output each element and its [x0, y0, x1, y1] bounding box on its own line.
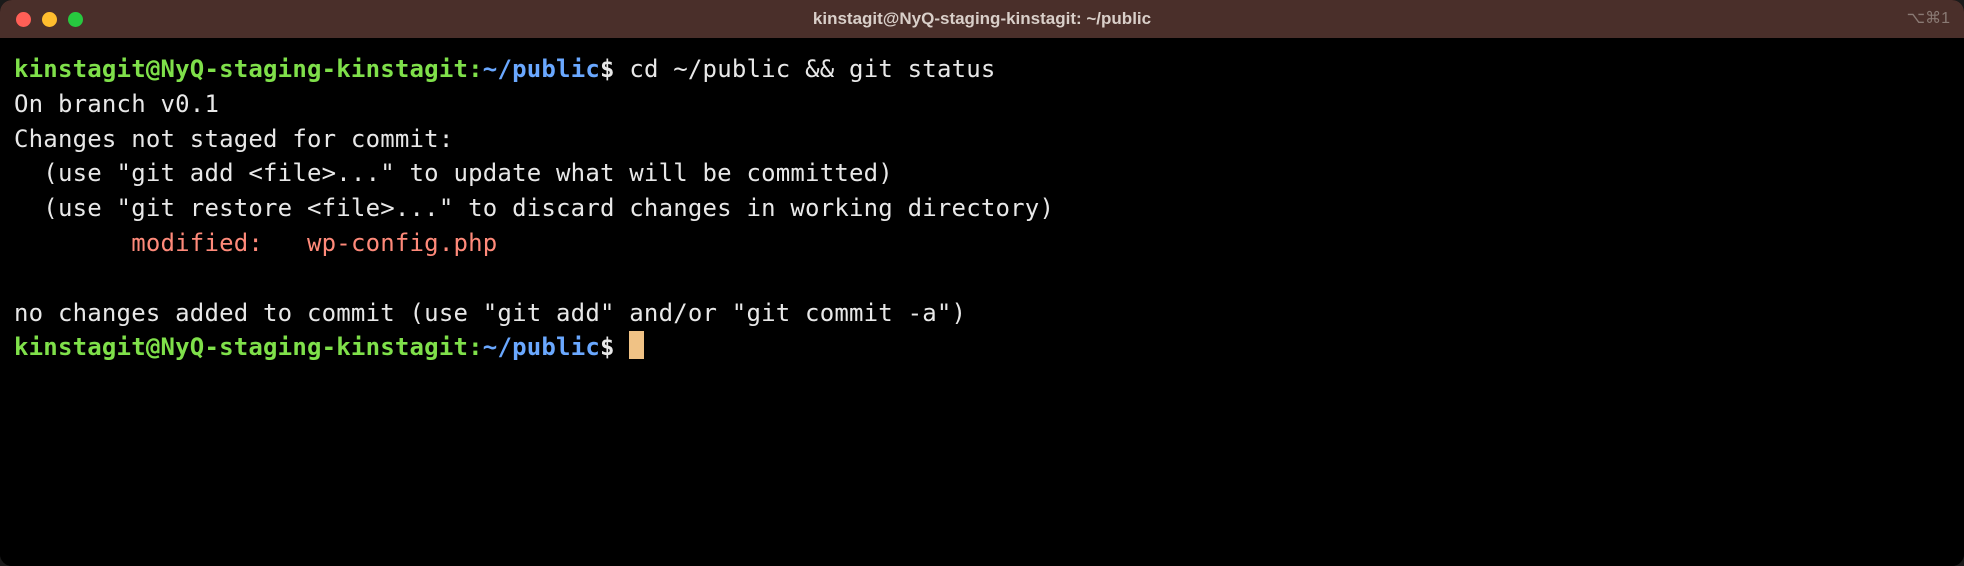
- output-line: On branch v0.1: [14, 90, 219, 118]
- traffic-lights: [16, 12, 83, 27]
- output-line: Changes not staged for commit:: [14, 125, 453, 153]
- terminal-body[interactable]: kinstagit@NyQ-staging-kinstagit:~/public…: [0, 38, 1964, 566]
- prompt-separator: :: [468, 55, 483, 83]
- output-line: (use "git add <file>..." to update what …: [14, 159, 893, 187]
- output-line: no changes added to commit (use "git add…: [14, 299, 966, 327]
- terminal-window: kinstagit@NyQ-staging-kinstagit: ~/publi…: [0, 0, 1964, 566]
- command-text: cd ~/public && git status: [629, 55, 995, 83]
- window-shortcut: ⌥⌘1: [1907, 7, 1950, 30]
- cursor-icon: [629, 331, 644, 359]
- prompt-separator: :: [468, 333, 483, 361]
- close-icon[interactable]: [16, 12, 31, 27]
- prompt-symbol: $: [600, 333, 615, 361]
- prompt-path: ~/public: [483, 333, 600, 361]
- prompt-user-host: kinstagit@NyQ-staging-kinstagit: [14, 55, 468, 83]
- modified-file: modified: wp-config.php: [131, 229, 497, 257]
- maximize-icon[interactable]: [68, 12, 83, 27]
- titlebar: kinstagit@NyQ-staging-kinstagit: ~/publi…: [0, 0, 1964, 38]
- output-indent: [14, 229, 131, 257]
- prompt-symbol: $: [600, 55, 615, 83]
- prompt-user-host: kinstagit@NyQ-staging-kinstagit: [14, 333, 468, 361]
- output-line: (use "git restore <file>..." to discard …: [14, 194, 1054, 222]
- window-title: kinstagit@NyQ-staging-kinstagit: ~/publi…: [813, 7, 1151, 32]
- minimize-icon[interactable]: [42, 12, 57, 27]
- prompt-path: ~/public: [483, 55, 600, 83]
